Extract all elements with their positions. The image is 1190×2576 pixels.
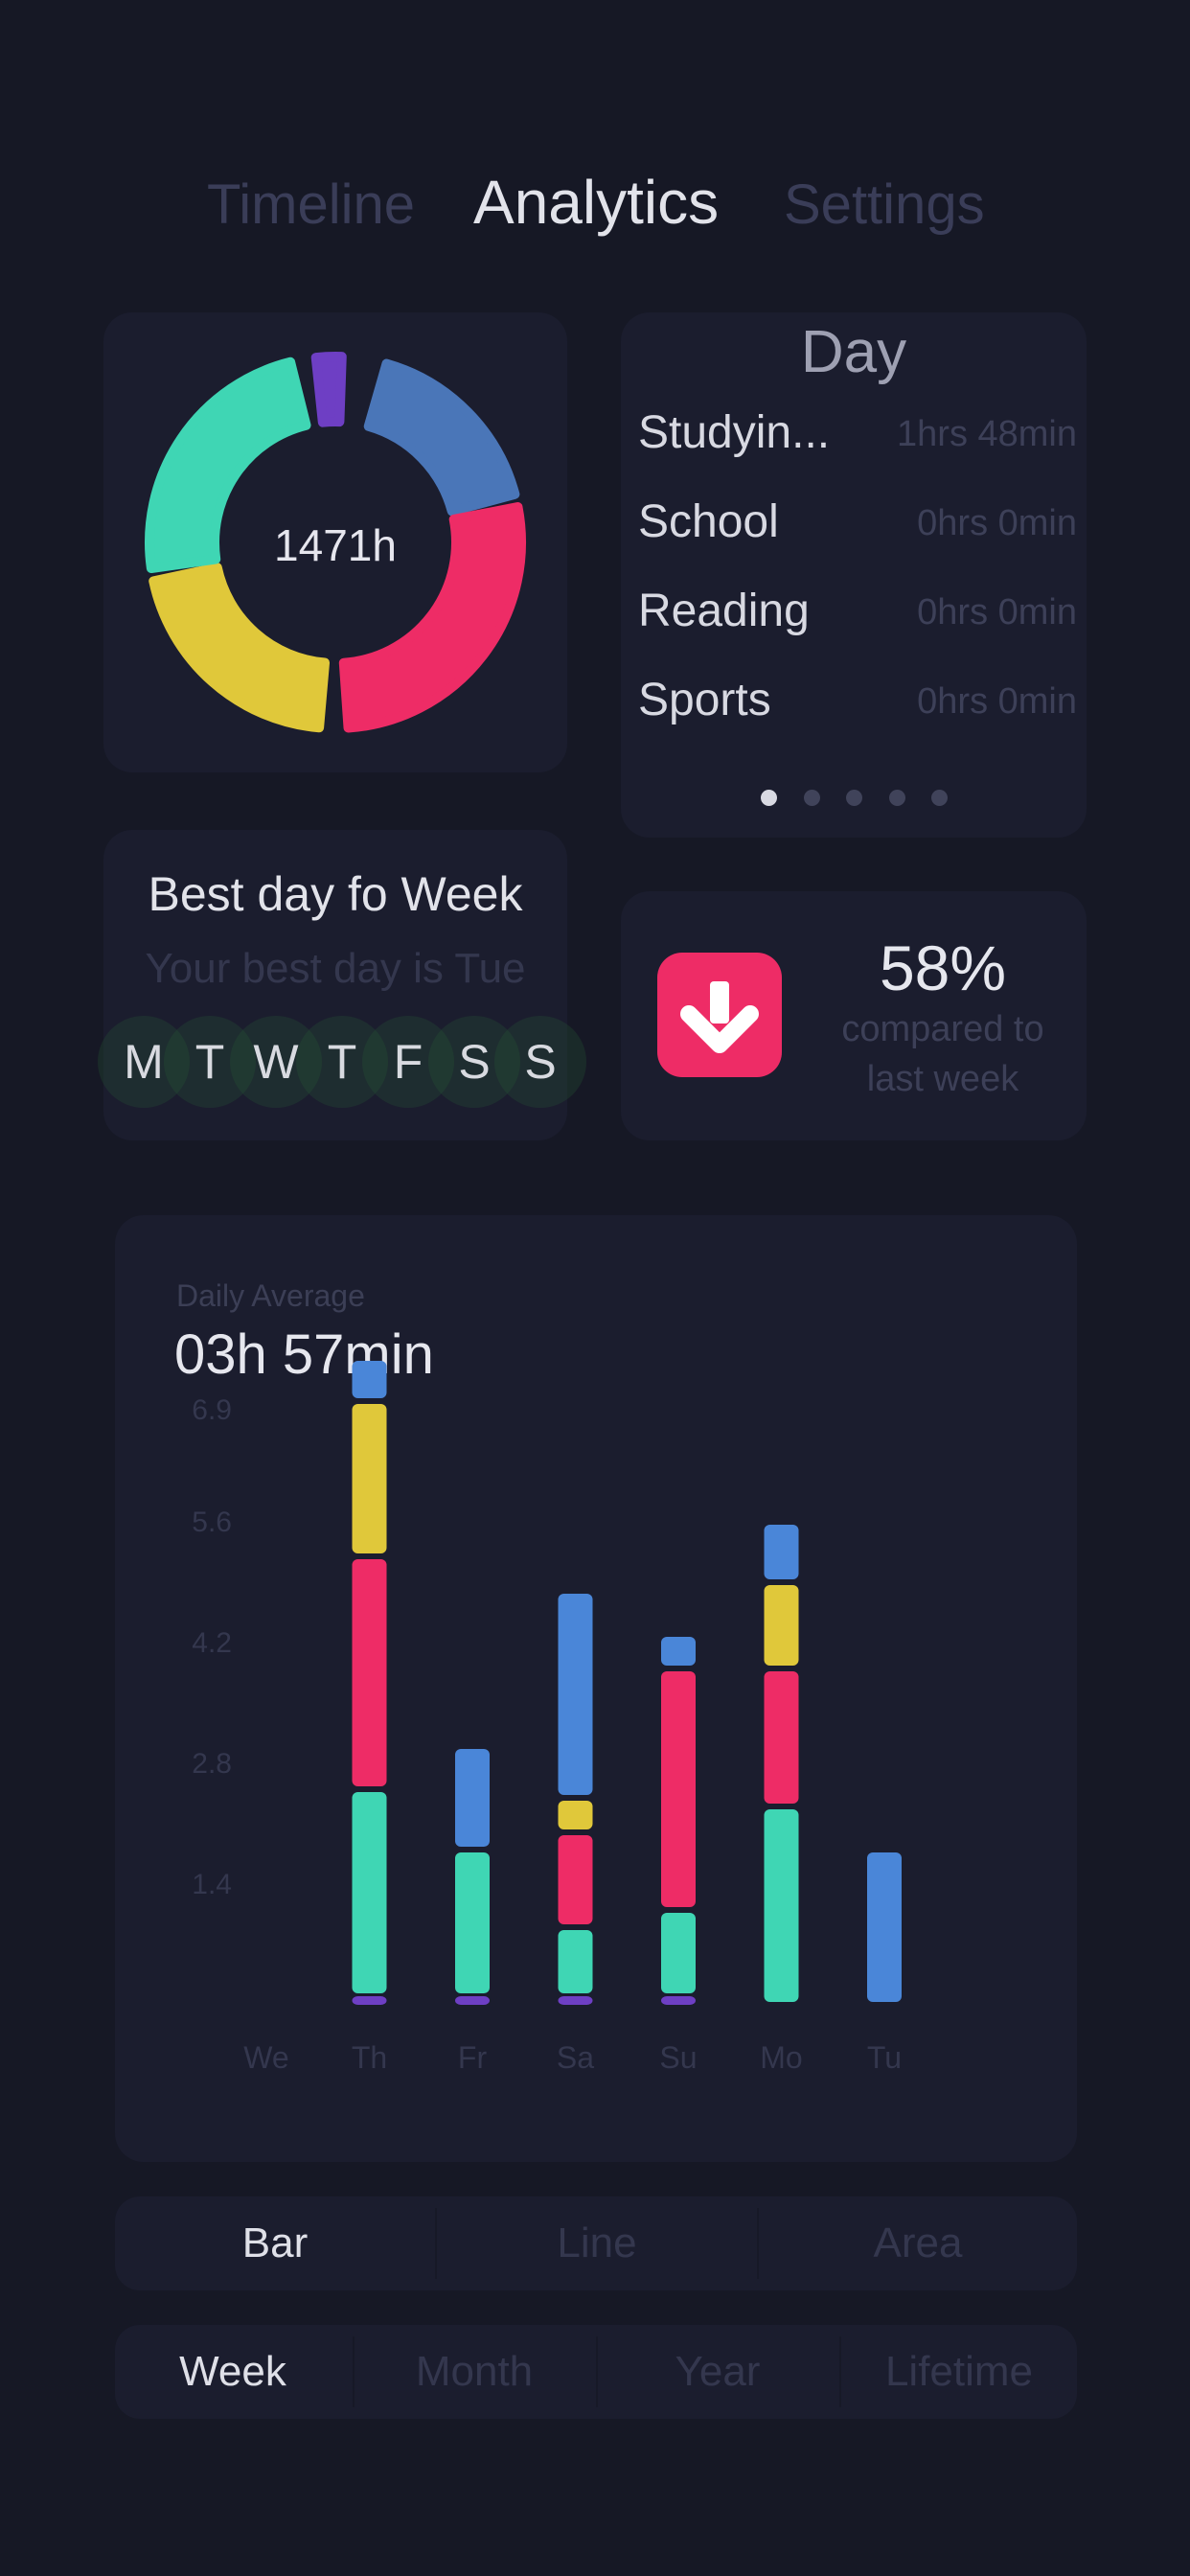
- bar-segment-th[interactable]: [352, 1361, 387, 1398]
- donut-segment-studying: [363, 358, 520, 517]
- y-tick-label: 6.9: [192, 1394, 232, 1426]
- total-hours-card: 1471h: [103, 312, 567, 772]
- x-tick-label: Su: [659, 2040, 697, 2075]
- arrow-down-icon: [657, 953, 782, 1077]
- bar-segment-sa[interactable]: [558, 1594, 593, 1795]
- comparison-percent: 58%: [879, 932, 1007, 1003]
- bar-segment-su[interactable]: [661, 1996, 696, 2005]
- page-dot[interactable]: [761, 790, 777, 806]
- daily-chart-card: Daily Average 03h 57min 1.4 2.8 4.2 5.6 6.9 W…: [115, 1215, 1077, 2162]
- comparison-text-line: last week: [866, 1059, 1019, 1099]
- activity-row-sports: Sports 0hrs 0min: [638, 674, 1077, 731]
- range-year[interactable]: Year: [598, 2325, 837, 2419]
- tab-analytics[interactable]: Analytics: [473, 167, 719, 238]
- donut-segment-other: [149, 563, 331, 733]
- chart-type-line[interactable]: Line: [437, 2196, 757, 2290]
- bar-segment-sa[interactable]: [558, 1996, 593, 2005]
- y-tick-label: 2.8: [192, 1748, 232, 1780]
- range-week[interactable]: Week: [115, 2325, 351, 2419]
- page-dot[interactable]: [804, 790, 820, 806]
- bar-segment-mo[interactable]: [764, 1525, 799, 1579]
- y-tick-label: 4.2: [192, 1627, 232, 1659]
- bar-segment-fr[interactable]: [455, 1749, 490, 1847]
- activity-row-school: School 0hrs 0min: [638, 495, 1077, 553]
- top-nav: Timeline Analytics Settings: [0, 168, 1190, 249]
- y-tick-label: 1.4: [192, 1869, 232, 1900]
- bar-segment-th[interactable]: [352, 1792, 387, 1993]
- activity-name: Studyin...: [638, 407, 831, 458]
- time-range-selector: Week Month Year Lifetime: [115, 2325, 1077, 2419]
- chart-type-area[interactable]: Area: [759, 2196, 1077, 2290]
- x-tick-label: Sa: [557, 2040, 594, 2075]
- tab-settings[interactable]: Settings: [784, 172, 985, 237]
- bar-segment-th[interactable]: [352, 1559, 387, 1786]
- day-card-title: Day: [800, 319, 907, 385]
- bar-segment-th[interactable]: [352, 1996, 387, 2005]
- best-day-title: Best day fo Week: [148, 867, 523, 921]
- range-month[interactable]: Month: [355, 2325, 594, 2419]
- chart-type-bar[interactable]: Bar: [115, 2196, 435, 2290]
- activity-name: Reading: [638, 586, 810, 636]
- x-tick-label: Tu: [867, 2040, 902, 2075]
- bar-segment-su[interactable]: [661, 1913, 696, 1993]
- chart-type-selector: Bar Line Area: [115, 2196, 1077, 2290]
- bar-segment-sa[interactable]: [558, 1835, 593, 1924]
- activity-time: 0hrs 0min: [917, 503, 1077, 543]
- stacked-bar-chart: 1.4 2.8 4.2 5.6 6.9 We Th Fr Sa Su Mo Tu: [192, 1361, 902, 2075]
- page-indicator[interactable]: [621, 790, 1087, 809]
- bar-segment-th[interactable]: [352, 1404, 387, 1553]
- comparison-text-line: compared to: [841, 1009, 1044, 1049]
- bar-segment-fr[interactable]: [455, 1996, 490, 2005]
- bar-segment-fr[interactable]: [455, 1852, 490, 1993]
- activity-name: School: [638, 496, 779, 547]
- donut-segment-school: [310, 352, 347, 427]
- best-day-subtitle: Your best day is Tue: [145, 945, 526, 992]
- x-tick-label: Mo: [760, 2040, 802, 2075]
- x-tick-label: Th: [352, 2040, 387, 2075]
- weekday-circle: S: [494, 1016, 586, 1108]
- page-dot[interactable]: [889, 790, 905, 806]
- tab-timeline[interactable]: Timeline: [207, 172, 415, 237]
- range-lifetime[interactable]: Lifetime: [841, 2325, 1077, 2419]
- activity-time: 0hrs 0min: [917, 681, 1077, 722]
- x-tick-label: We: [243, 2040, 288, 2075]
- y-tick-label: 5.6: [192, 1506, 232, 1538]
- bar-segment-sa[interactable]: [558, 1801, 593, 1829]
- activity-row-reading: Reading 0hrs 0min: [638, 585, 1077, 642]
- bar-segment-su[interactable]: [661, 1637, 696, 1666]
- best-day-card: Best day fo Week Your best day is Tue M …: [98, 830, 586, 1140]
- bar-segment-mo[interactable]: [764, 1585, 799, 1666]
- bar-segment-mo[interactable]: [764, 1809, 799, 2002]
- activity-time: 1hrs 48min: [897, 414, 1077, 454]
- page-dot[interactable]: [931, 790, 948, 806]
- bar-segment-mo[interactable]: [764, 1671, 799, 1804]
- activity-time: 0hrs 0min: [917, 592, 1077, 632]
- activity-row-studying: Studyin... 1hrs 48min: [638, 406, 1077, 464]
- page-dot[interactable]: [846, 790, 862, 806]
- x-tick-label: Fr: [458, 2040, 488, 2075]
- activity-name: Sports: [638, 675, 771, 725]
- day-breakdown-card[interactable]: Day Studyin... 1hrs 48min School 0hrs 0m…: [621, 312, 1087, 838]
- bar-segment-su[interactable]: [661, 1671, 696, 1907]
- total-hours-label: 1471h: [274, 520, 397, 570]
- bar-segment-sa[interactable]: [558, 1930, 593, 1993]
- weekly-comparison-card: 58% compared to last week: [621, 891, 1087, 1140]
- bar-segment-tu[interactable]: [867, 1852, 902, 2002]
- comparison-text: compared to last week: [812, 1004, 1073, 1104]
